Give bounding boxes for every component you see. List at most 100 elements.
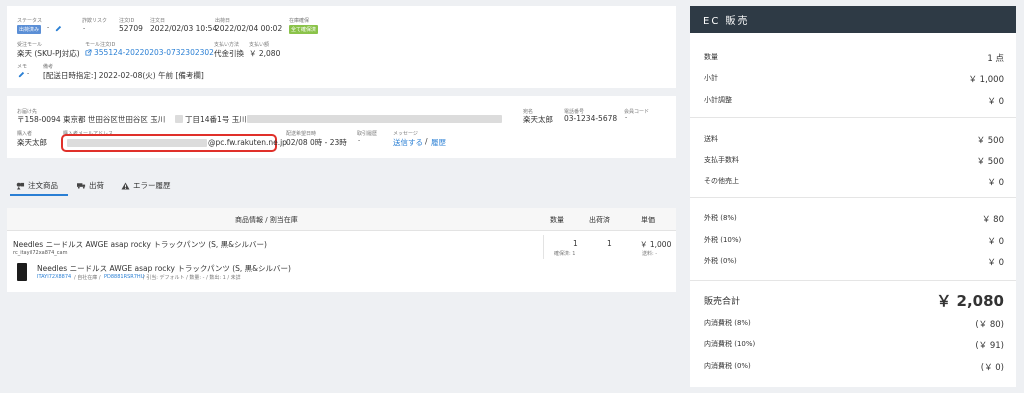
risk-value: - (83, 25, 86, 32)
phone-value: 03-1234-5678 (564, 114, 618, 123)
ec-inner-tax0-label: 内消費税 (0%) (704, 362, 751, 370)
order-id-label: 注文ID (119, 18, 135, 24)
ec-row-adjust-value: ￥ 0 (987, 97, 1004, 107)
ec-row-tax0: 外税 (0%) ￥ 0 (704, 256, 1004, 268)
ec-inner-tax8-label: 内消費税 (8%) (704, 319, 751, 327)
ec-inner-tax10: 内消費税 (10%) (￥ 91) (704, 339, 1004, 351)
ec-row-qty-label: 数量 (704, 53, 718, 61)
ec-inner-tax0: 内消費税 (0%) (￥ 0) (704, 361, 1004, 373)
buyer-email-domain: @pc.fw.rakuten.ne.jp (208, 138, 287, 147)
edit-memo-icon[interactable] (18, 71, 25, 78)
address-redacted-1 (175, 115, 183, 123)
member-code-label: 会員コード (624, 109, 650, 115)
stock-lot-link[interactable]: PD8881RSR7HU (104, 274, 144, 280)
ec-inner-tax0-value: (￥ 0) (980, 363, 1004, 373)
ec-row-shipping-label: 送料 (704, 135, 718, 143)
stock-rest: / 引当: デフォルト / 数量: - / 数出: 1 / 未詳 (143, 275, 241, 281)
ec-row-adjust: 小計調整 ￥ 0 (704, 95, 1004, 107)
stock-sku-link[interactable]: ITAYI72X8874 (37, 274, 71, 280)
amount-label: 支払い額 (249, 42, 270, 48)
status-badge: 出荷済み (17, 25, 42, 34)
external-link-icon (85, 49, 92, 56)
ec-divider-1 (690, 117, 1016, 118)
edit-status-icon[interactable] (55, 25, 62, 32)
ec-row-fee: 支払手数料 ￥ 500 (704, 155, 1004, 167)
buyer-label: 購入者 (17, 131, 33, 137)
address-value-2: 丁目14番1号 玉川 (185, 115, 247, 124)
row-shipped: 1 (607, 239, 612, 248)
stock-label: 在庫確保 (289, 18, 310, 24)
header-price: 単価 (641, 216, 655, 224)
warning-icon (121, 181, 130, 190)
stock-badge: 全て確保済 (289, 25, 319, 34)
ec-row-tax0-label: 外税 (0%) (704, 257, 737, 265)
channel-label: 受注モール (17, 42, 43, 48)
ec-row-qty: 数量 1 点 (704, 52, 1004, 64)
status-dash: - (47, 24, 50, 31)
delivery-card: お届け先 〒158-0094 東京都 世田谷区世田谷区 玉川 丁目14番1号 玉… (7, 96, 676, 158)
address-value: 〒158-0094 東京都 世田谷区世田谷区 玉川 (17, 115, 166, 124)
ec-row-qty-value: 1 点 (987, 54, 1004, 64)
desired-time-value: 02/08 0時 - 23時 (286, 138, 347, 147)
payment-value: 代金引換 (214, 49, 244, 58)
ec-row-shipping: 送料 ￥ 500 (704, 134, 1004, 146)
tab-items[interactable]: 注文商品 (16, 180, 58, 191)
table-row[interactable]: Needles ニードルス AWGE asap rocky トラックパンツ (S… (7, 231, 676, 291)
desired-time-label: 配送希望日時 (286, 131, 317, 137)
message-label: メッセージ (393, 131, 418, 137)
tab-shipping-label: 出荷 (89, 181, 104, 190)
ec-row-tax8-value: ￥ 80 (981, 215, 1004, 225)
ec-row-other: その他売上 ￥ 0 (704, 176, 1004, 188)
product-thumbnail (17, 263, 27, 281)
ec-row-subtotal-label: 小計 (704, 74, 718, 82)
ec-inner-tax10-value: (￥ 91) (975, 341, 1004, 351)
ec-row-tax10: 外税 (10%) ￥ 0 (704, 235, 1004, 247)
tab-shipping[interactable]: 出荷 (77, 180, 104, 191)
ec-row-other-label: その他売上 (704, 177, 739, 185)
buyer-email-redacted (67, 139, 207, 147)
ship-date-label: 出荷日 (215, 18, 231, 24)
order-date-value: 2022/02/03 10:54 (150, 24, 218, 33)
remarks-label: 備考 (43, 64, 54, 70)
ec-total-label: 販売合計 (704, 297, 741, 307)
truck-icon (77, 183, 86, 189)
message-send-link[interactable]: 送信する (393, 137, 423, 148)
order-date-label: 注文日 (150, 18, 166, 24)
memo-value: - (27, 70, 30, 77)
ec-row-tax10-value: ￥ 0 (987, 237, 1004, 247)
history-value: - (358, 137, 361, 144)
product-title: Needles ニードルス AWGE asap rocky トラックパンツ (S… (13, 240, 267, 249)
name-value: 楽天太郎 (523, 115, 553, 124)
channel-value: 楽天 (SKU-PJ対応) (17, 49, 80, 58)
ec-row-fee-value: ￥ 500 (976, 157, 1004, 167)
ec-row-tax8: 外税 (8%) ￥ 80 (704, 213, 1004, 225)
ec-row-tax8-label: 外税 (8%) (704, 214, 737, 222)
row-price: ￥ 1,000 (640, 240, 672, 249)
tab-errors[interactable]: エラー履歴 (121, 180, 171, 191)
order-info-card: ステータス 出荷済み - 詐欺リスク - 注文ID 52709 注文日 2022… (7, 6, 676, 88)
ship-date-value: 2022/02/04 00:02 (215, 24, 283, 33)
ec-divider-3 (690, 280, 1016, 281)
ec-row-subtotal-value: ￥ 1,000 (968, 75, 1004, 85)
mall-order-id-link[interactable]: 355124-20220203-0732302302 (94, 48, 214, 57)
ec-divider-2 (690, 197, 1016, 198)
ec-row-tax10-label: 外税 (10%) (704, 236, 742, 244)
history-label: 取引履歴 (357, 131, 378, 137)
message-history-link[interactable]: 履歴 (431, 137, 446, 148)
tab-items-underline (10, 194, 68, 196)
tab-errors-label: エラー履歴 (133, 181, 171, 190)
mall-order-id-label: モール注文ID (85, 42, 116, 48)
ec-row-subtotal: 小計 ￥ 1,000 (704, 73, 1004, 85)
header-qty: 数量 (550, 216, 564, 224)
remarks-value: [配送日時指定:] 2022-02-08(火) 午前 [備考欄] (43, 71, 204, 80)
memo-label: メモ (17, 64, 28, 70)
ec-total: 販売合計 ￥ 2,080 (704, 290, 1004, 311)
header-product: 商品情報 / 割当在庫 (235, 216, 298, 224)
tab-items-label: 注文商品 (28, 181, 58, 190)
items-icon (16, 182, 25, 190)
items-table: 商品情報 / 割当在庫 数量 出荷済 単価 Needles ニードルス AWGE… (7, 208, 676, 292)
risk-label: 詐欺リスク (82, 18, 108, 24)
order-id-value: 52709 (119, 24, 143, 33)
ec-total-value: ￥ 2,080 (936, 292, 1004, 310)
ec-row-tax0-value: ￥ 0 (987, 258, 1004, 268)
